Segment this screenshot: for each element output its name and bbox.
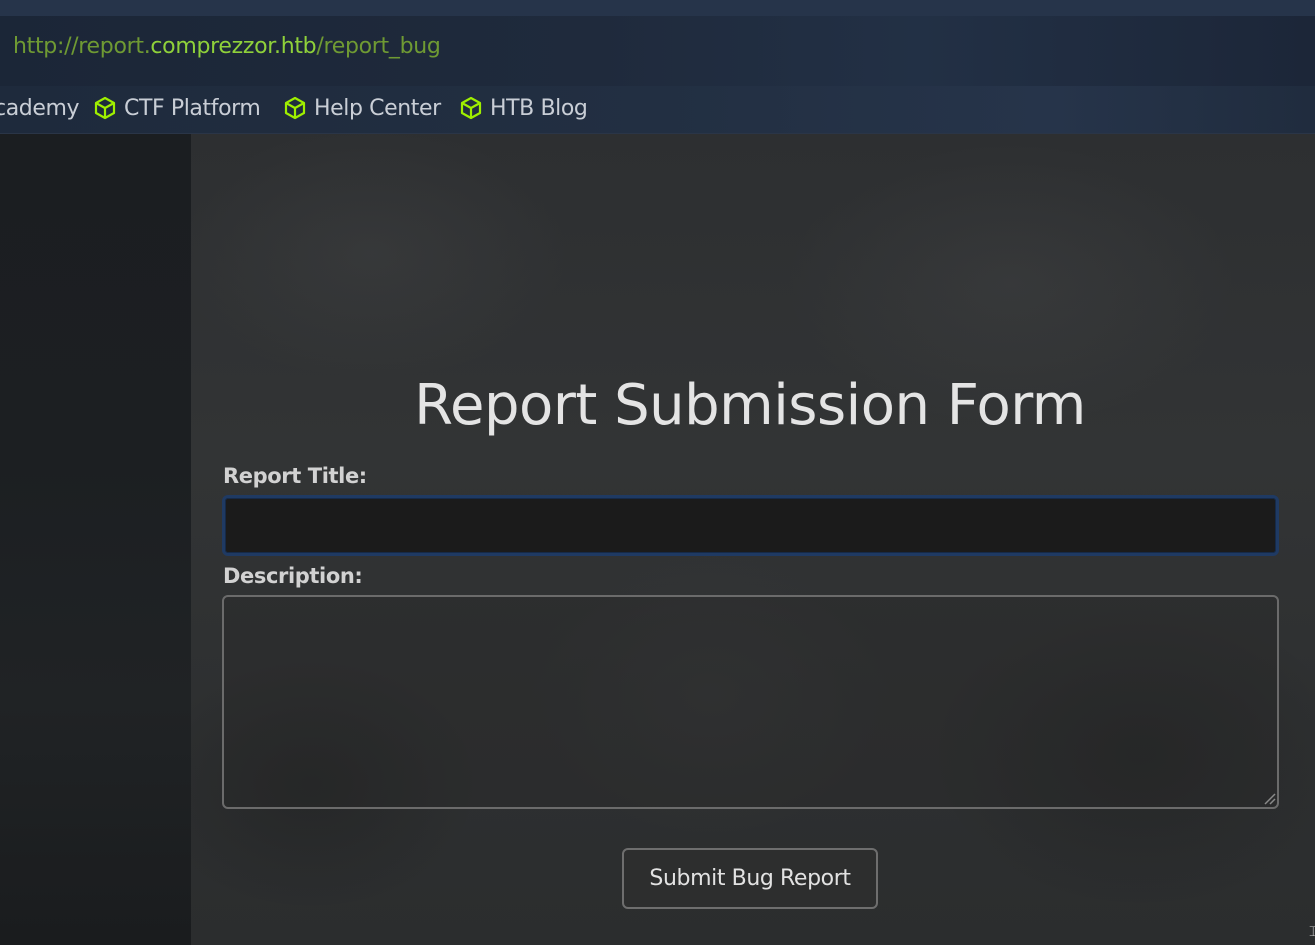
report-title-label: Report Title: bbox=[223, 464, 367, 488]
page-left-panel bbox=[0, 134, 191, 945]
bookmark-label: Help Center bbox=[314, 95, 441, 121]
url-path: /report_bug bbox=[316, 34, 441, 59]
bookmark-label: CTF Platform bbox=[124, 95, 261, 121]
bookmark-htb-blog[interactable]: HTB Blog bbox=[459, 93, 588, 123]
url-prefix: http://report. bbox=[13, 34, 151, 59]
resize-grip-icon[interactable] bbox=[1262, 791, 1276, 805]
bookmark-label: HTB Blog bbox=[490, 95, 588, 121]
description-textarea[interactable] bbox=[222, 595, 1279, 809]
cube-icon bbox=[460, 96, 482, 120]
report-title-input[interactable] bbox=[222, 495, 1279, 556]
url-domain: comprezzor.htb bbox=[150, 34, 317, 59]
submit-bug-report-button[interactable]: Submit Bug Report bbox=[622, 848, 878, 909]
bookmark-academy[interactable]: cademy bbox=[0, 93, 80, 123]
cube-icon bbox=[284, 96, 306, 120]
description-label: Description: bbox=[223, 564, 363, 588]
window-top-edge bbox=[0, 0, 1315, 16]
url-text[interactable]: http://report.comprezzor.htb/report_bug bbox=[13, 36, 441, 58]
cube-icon bbox=[94, 96, 116, 120]
bookmark-help-center[interactable]: Help Center bbox=[283, 93, 441, 123]
cursor-fragment: ⌶ bbox=[1309, 924, 1315, 940]
bookmark-ctf-platform[interactable]: CTF Platform bbox=[93, 93, 261, 123]
page-title: Report Submission Form bbox=[414, 373, 1086, 438]
bookmark-label: cademy bbox=[0, 95, 80, 121]
